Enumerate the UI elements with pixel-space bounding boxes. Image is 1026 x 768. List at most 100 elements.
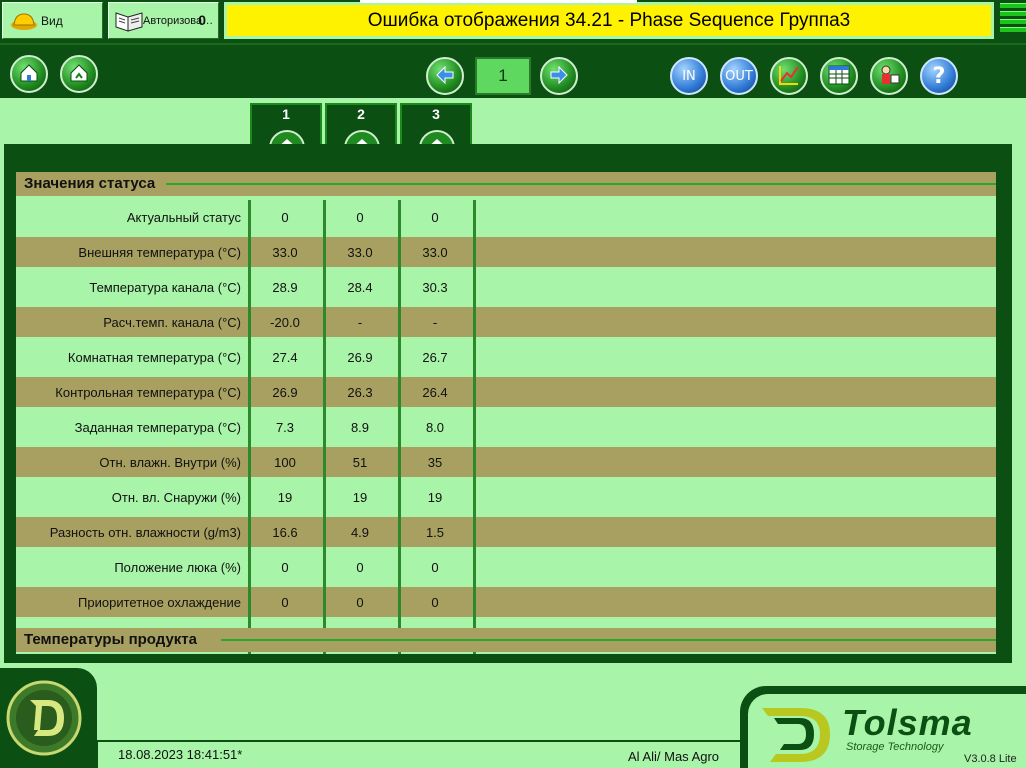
row-label: Положение люка (%) (114, 559, 241, 575)
out-button[interactable]: OUT (720, 57, 758, 95)
login-button[interactable]: Авторизова… 0 (108, 2, 219, 39)
section-title: Значения статуса (24, 175, 156, 192)
cell-group-1: 16.6 (272, 524, 298, 540)
status-panel: Значения статуса Актуальный статус 0 0 0… (4, 144, 1012, 663)
cell-group-3: - (432, 314, 438, 330)
datetime: 18.08.2023 18:41:51* (118, 747, 243, 762)
login-count: 0 (198, 12, 206, 28)
table-row: Актуальный статус 0 0 0 (16, 202, 996, 232)
menu-bar-line (1000, 27, 1026, 32)
cell-group-3: 26.4 (422, 384, 448, 400)
row-label: Комнатная температура (°C) (67, 349, 241, 365)
login-book-icon (114, 9, 144, 36)
site-name: Al Ali/ Mas Agro (628, 749, 720, 764)
cell-group-2: 19 (352, 489, 368, 505)
row-label: Отн. вл. Снаружи (%) (111, 489, 241, 505)
home-up-button[interactable] (60, 55, 98, 93)
tools-icon (877, 63, 901, 90)
helmet-icon (10, 11, 38, 34)
brand-subtitle: Storage Technology (846, 741, 944, 753)
row-label: Заданная температура (°C) (74, 419, 241, 435)
title-notch (360, 0, 637, 3)
tolsma-logo-icon[interactable] (6, 680, 82, 759)
cell-group-2: 51 (352, 454, 368, 470)
cell-group-1: 27.4 (272, 349, 298, 365)
arrow-left-icon (434, 64, 456, 89)
chart-icon (777, 63, 801, 90)
cell-group-2: 0 (356, 209, 364, 225)
cell-group-2: 8.9 (350, 419, 370, 435)
table-row: Внешняя температура (°C) 33.0 33.0 33.0 (16, 237, 996, 267)
tab-group-number: 2 (357, 106, 365, 122)
cell-group-3: 19 (427, 489, 443, 505)
section-product-temps-heading[interactable]: Температуры продукта (16, 628, 996, 652)
bottom-logo-panel (0, 668, 97, 768)
alarm-title[interactable]: Ошибка отображения 34.21 - Phase Sequenc… (224, 2, 994, 39)
menu-bar-line (1000, 11, 1026, 16)
cell-group-2: 33.0 (347, 244, 373, 260)
cell-group-1: 100 (274, 454, 296, 470)
cell-group-3: 0 (431, 209, 439, 225)
out-button-label: OUT (725, 68, 753, 84)
menu-bars[interactable] (1000, 3, 1026, 41)
top-bar: Вид Авторизова… 0 Ошибка отображения 34.… (0, 0, 1026, 43)
toolbar: 1 IN OUT ? (0, 43, 1026, 98)
cell-group-3: 8.0 (425, 419, 445, 435)
cell-group-1: 0 (281, 209, 289, 225)
cell-group-2: 26.3 (347, 384, 373, 400)
home-up-icon (68, 62, 90, 87)
section-title: Температуры продукта (24, 631, 197, 648)
in-button[interactable]: IN (670, 57, 708, 95)
cell-group-2: 0 (356, 594, 364, 610)
cell-group-1: 0 (281, 559, 289, 575)
version-label: V3.0.8 Lite (964, 753, 1017, 765)
help-button[interactable]: ? (920, 57, 958, 95)
chart-button[interactable] (770, 57, 808, 95)
cell-group-1: 26.9 (272, 384, 298, 400)
row-label: Температура канала (°C) (89, 279, 241, 295)
table-row: Температура канала (°C) 28.9 28.4 30.3 (16, 272, 996, 302)
home-button[interactable] (10, 55, 48, 93)
view-button[interactable]: Вид (2, 2, 103, 39)
section-status-heading: Значения статуса (16, 172, 996, 196)
row-label: Разность отн. влажности (g/m3) (49, 524, 241, 540)
cell-group-1: 19 (277, 489, 293, 505)
cell-group-2: - (357, 314, 363, 330)
table-row: Комнатная температура (°C) 27.4 26.9 26.… (16, 342, 996, 372)
alarm-title-text: Ошибка отображения 34.21 - Phase Sequenc… (367, 9, 851, 31)
table-icon (827, 63, 851, 90)
next-page-button[interactable] (540, 57, 578, 95)
arrow-right-icon (548, 64, 570, 89)
cell-group-1: -20.0 (270, 314, 300, 330)
tab-group-number: 3 (432, 106, 440, 122)
column-separator (248, 200, 251, 654)
cell-group-3: 0 (431, 559, 439, 575)
table-row: Разность отн. влажности (g/m3) 16.6 4.9 … (16, 517, 996, 547)
table-row: Отн. влажн. Внутри (%) 100 51 35 (16, 447, 996, 477)
table-button[interactable] (820, 57, 858, 95)
row-label: Отн. влажн. Внутри (%) (99, 454, 241, 470)
cell-group-2: 26.9 (347, 349, 373, 365)
cell-group-1: 33.0 (272, 244, 298, 260)
table-row: Расч.темп. канала (°C) -20.0 - - (16, 307, 996, 337)
column-separator (473, 200, 476, 654)
cell-group-3: 26.7 (422, 349, 448, 365)
menu-bar-line (1000, 19, 1026, 24)
row-label: Внешняя температура (°C) (78, 244, 241, 260)
cell-group-2: 4.9 (350, 524, 370, 540)
table-row: Отн. вл. Снаружи (%) 19 19 19 (16, 482, 996, 512)
service-button[interactable] (870, 57, 908, 95)
table-row: Приоритетное охлаждение 0 0 0 (16, 587, 996, 617)
prev-page-button[interactable] (426, 57, 464, 95)
status-table[interactable]: Значения статуса Актуальный статус 0 0 0… (16, 172, 996, 654)
tab-group-number: 1 (282, 106, 290, 122)
cell-group-3: 30.3 (422, 279, 448, 295)
row-label: Приоритетное охлаждение (78, 594, 241, 610)
table-row: Контрольная температура (°C) 26.9 26.3 2… (16, 377, 996, 407)
brand-name: Tolsma (842, 702, 973, 743)
cell-group-1: 0 (281, 594, 289, 610)
in-button-label: IN (682, 68, 696, 84)
cell-group-1: 28.9 (272, 279, 298, 295)
cell-group-2: 28.4 (347, 279, 373, 295)
page-number[interactable]: 1 (475, 57, 531, 95)
